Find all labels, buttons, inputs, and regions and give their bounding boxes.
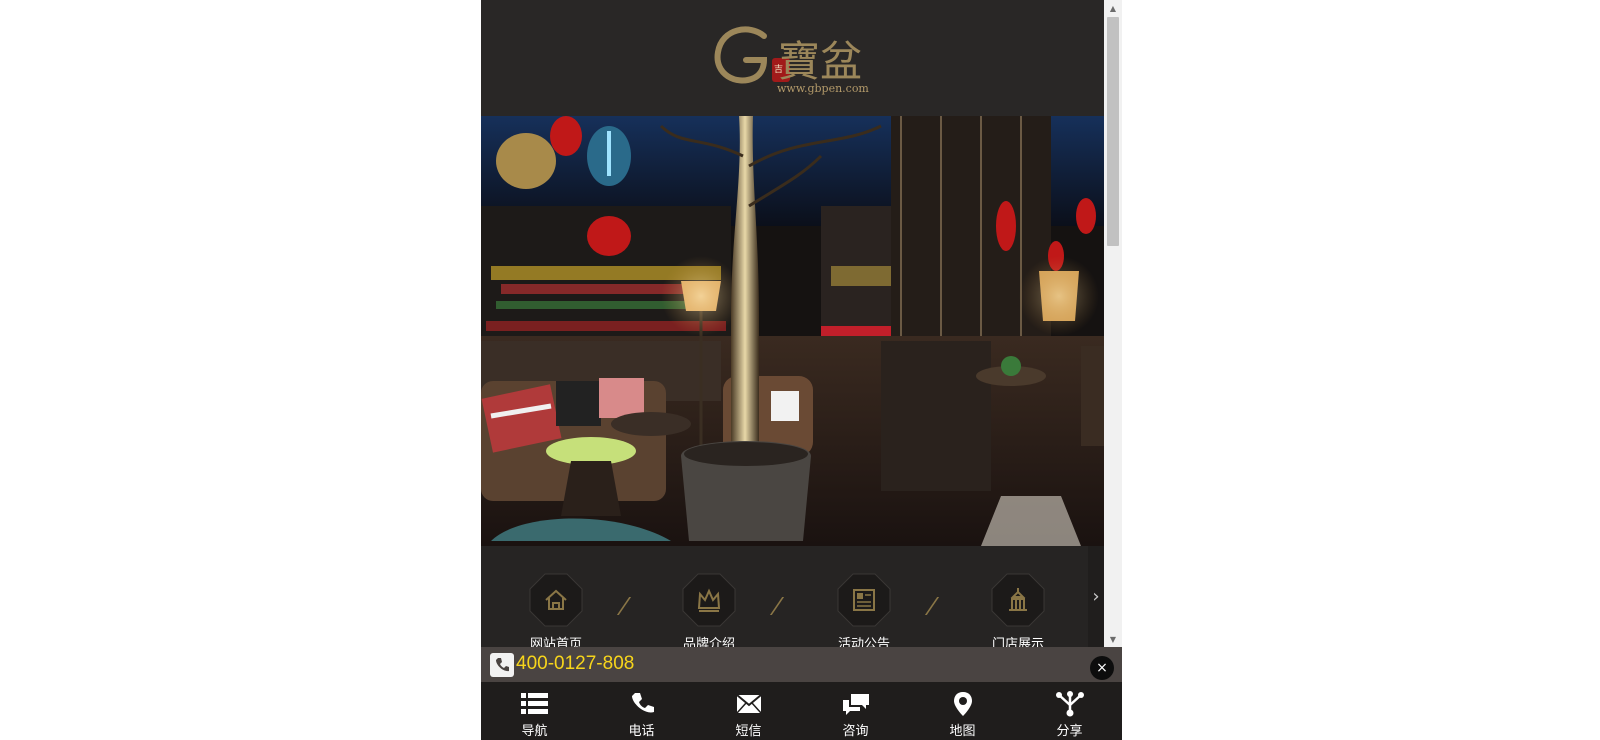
scroll-thumb[interactable] — [1107, 17, 1119, 246]
toolbar-sms-button[interactable]: 短信 — [695, 682, 802, 740]
toolbar-label: 短信 — [735, 724, 762, 739]
nav-separator: / — [617, 594, 630, 619]
nav-item-news[interactable]: 活动公告 — [819, 573, 909, 647]
page-content: 吉 寶盆 www.gbpen.com 网站首页 / 品牌介绍 / 活动公告 / … — [481, 0, 1104, 647]
toolbar-consult-button[interactable]: 咨询 — [802, 682, 909, 740]
toolbar-nav-button[interactable]: 导航 — [481, 682, 588, 740]
toolbar-label: 分享 — [1056, 724, 1083, 739]
nav-label-brand: 品牌介绍 — [682, 637, 735, 647]
nav-item-stores[interactable]: 门店展示 — [973, 573, 1063, 647]
nav-strip: 网站首页 / 品牌介绍 / 活动公告 / 门店展示 — [481, 546, 1087, 647]
home-icon — [529, 573, 583, 627]
building-icon — [991, 573, 1045, 627]
toolbar-label: 导航 — [521, 724, 548, 739]
site-header: 吉 寶盆 www.gbpen.com — [481, 0, 1104, 116]
phone-handset-icon — [490, 653, 514, 677]
chat-icon — [842, 694, 869, 715]
nav-label-stores: 门店展示 — [991, 637, 1044, 647]
nav-label-news: 活动公告 — [837, 637, 890, 647]
close-button[interactable]: × — [1090, 656, 1114, 680]
envelope-icon — [735, 694, 762, 714]
brand-url: www.gbpen.com — [777, 82, 869, 95]
map-pin-icon — [953, 692, 972, 716]
hero-banner-image[interactable] — [481, 116, 1104, 546]
toolbar-phone-button[interactable]: 电话 — [588, 682, 695, 740]
toolbar-label: 地图 — [949, 724, 976, 739]
phone-bar: 400-0127-808 × — [481, 647, 1122, 682]
bottom-toolbar: 导航 电话 短信 咨询 地图 分享 — [481, 682, 1122, 740]
toolbar-share-button[interactable]: 分享 — [1016, 682, 1122, 740]
nav-separator: / — [770, 594, 783, 619]
toolbar-map-button[interactable]: 地图 — [909, 682, 1016, 740]
scrollbar[interactable]: ▲ ▼ — [1104, 0, 1122, 647]
newspaper-icon — [837, 573, 891, 627]
phone-number[interactable]: 400-0127-808 — [516, 653, 634, 675]
mobile-page-frame: 吉 寶盆 www.gbpen.com 网站首页 / 品牌介绍 / 活动公告 / … — [481, 0, 1122, 740]
toolbar-label: 咨询 — [842, 724, 869, 739]
phone-icon — [631, 693, 654, 713]
share-icon — [1055, 691, 1084, 717]
scroll-down-arrow[interactable]: ▼ — [1104, 631, 1122, 647]
nav-separator: / — [925, 594, 938, 619]
nav-item-home[interactable]: 网站首页 — [511, 573, 601, 647]
nav-label-home: 网站首页 — [529, 637, 582, 647]
brand-text: 寶盆 — [778, 37, 862, 86]
list-icon — [520, 693, 548, 714]
scroll-up-arrow[interactable]: ▲ — [1104, 0, 1122, 16]
toolbar-label: 电话 — [628, 724, 655, 739]
nav-item-brand[interactable]: 品牌介绍 — [664, 573, 754, 647]
crown-icon — [682, 573, 736, 627]
nav-next-arrow[interactable]: › — [1088, 546, 1104, 647]
